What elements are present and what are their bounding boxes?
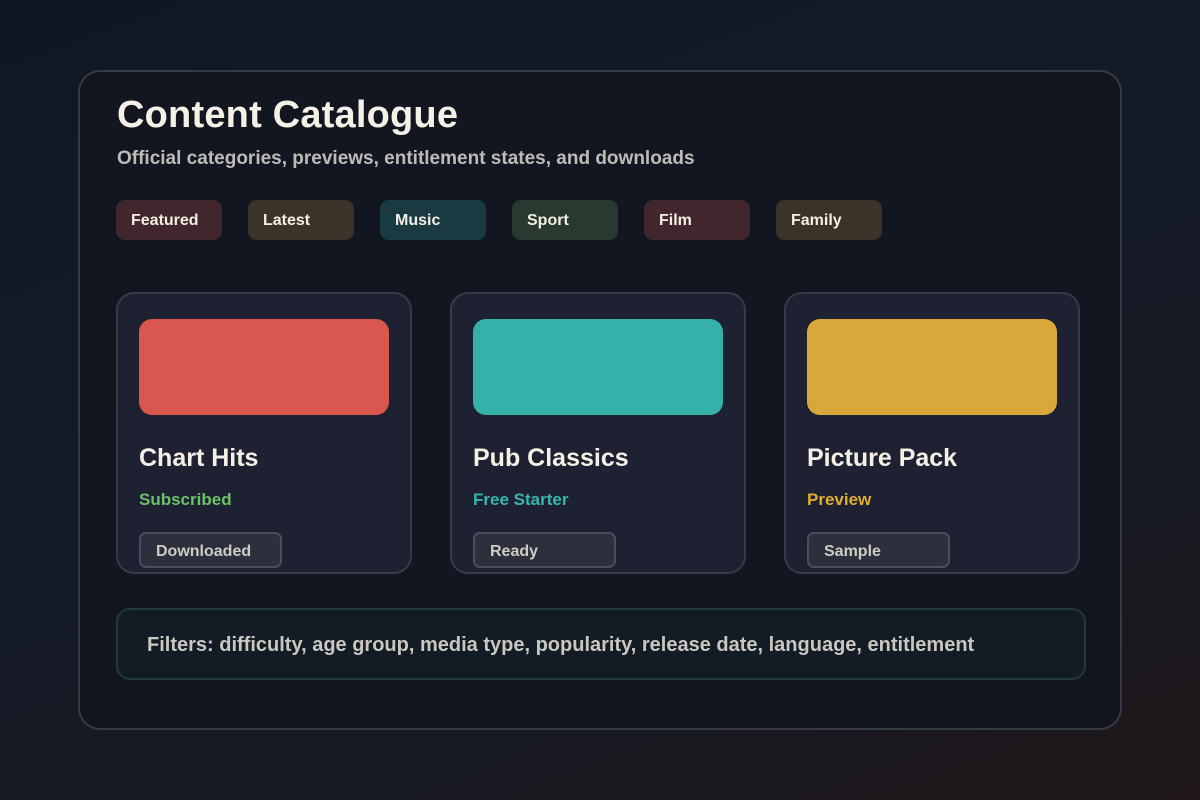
card-title: Picture Pack: [807, 444, 958, 472]
content-card-picture-pack[interactable]: Picture Pack Preview Sample: [784, 292, 1080, 574]
entitlement-status: Subscribed: [139, 490, 232, 509]
card-thumbnail: [807, 319, 1057, 415]
filters-bar: Filters: difficulty, age group, media ty…: [116, 608, 1086, 680]
card-thumbnail: [473, 319, 723, 415]
tab-latest[interactable]: Latest: [248, 200, 354, 240]
tab-family[interactable]: Family: [776, 200, 882, 240]
tab-featured[interactable]: Featured: [116, 200, 222, 240]
card-thumbnail: [139, 319, 389, 415]
entitlement-status: Free Starter: [473, 490, 569, 509]
download-state-badge[interactable]: Ready: [473, 532, 616, 568]
content-card-pub-classics[interactable]: Pub Classics Free Starter Ready: [450, 292, 746, 574]
entitlement-status: Preview: [807, 490, 872, 509]
download-state-badge[interactable]: Sample: [807, 532, 950, 568]
card-title: Chart Hits: [139, 444, 259, 472]
tab-film[interactable]: Film: [644, 200, 750, 240]
page-title: Content Catalogue: [117, 94, 459, 136]
catalogue-panel: Content Catalogue Official categories, p…: [78, 70, 1122, 730]
card-title: Pub Classics: [473, 444, 629, 472]
download-state-badge[interactable]: Downloaded: [139, 532, 282, 568]
tab-sport[interactable]: Sport: [512, 200, 618, 240]
page-subtitle: Official categories, previews, entitleme…: [117, 148, 695, 169]
tab-music[interactable]: Music: [380, 200, 486, 240]
content-card-chart-hits[interactable]: Chart Hits Subscribed Downloaded: [116, 292, 412, 574]
